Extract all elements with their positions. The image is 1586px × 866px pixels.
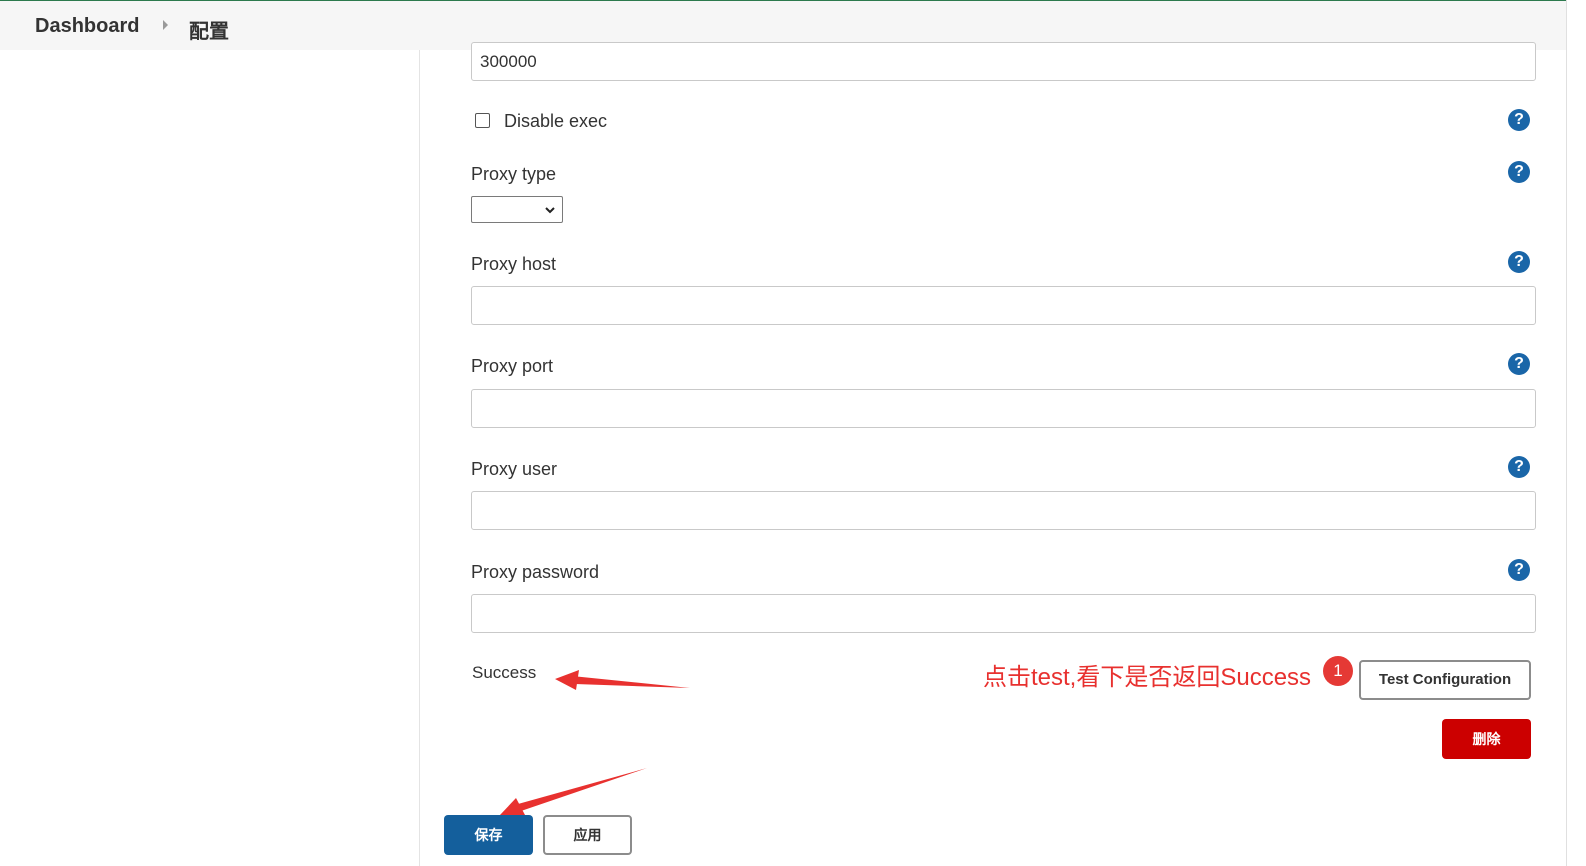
delete-button[interactable]: 删除 (1442, 719, 1531, 759)
proxy-user-input[interactable] (471, 491, 1536, 530)
disable-exec-label: Disable exec (504, 111, 608, 131)
test-result-text: Success (472, 663, 537, 682)
help-icon[interactable]: ? (1508, 161, 1530, 183)
proxy-host-input[interactable] (471, 286, 1536, 325)
chevron-down-icon (545, 207, 555, 214)
breadcrumb-dashboard[interactable]: Dashboard (35, 15, 139, 38)
sidebar-divider (419, 50, 420, 866)
save-button[interactable]: 保存 (444, 815, 533, 855)
proxy-password-label: Proxy password (471, 562, 600, 582)
help-icon[interactable]: ? (1508, 456, 1530, 478)
help-icon[interactable]: ? (1508, 559, 1530, 581)
proxy-type-label: Proxy type (471, 164, 557, 184)
annotation-arrows (500, 670, 690, 815)
disable-exec-checkbox[interactable] (475, 113, 490, 128)
proxy-port-input[interactable] (471, 389, 1536, 428)
breadcrumb-current[interactable]: 配置 (189, 15, 229, 44)
proxy-type-select[interactable] (471, 196, 563, 223)
test-configuration-button[interactable]: Test Configuration (1359, 660, 1531, 700)
arrow-to-save-icon (500, 768, 647, 815)
help-icon[interactable]: ? (1508, 251, 1530, 273)
apply-button[interactable]: 应用 (543, 815, 632, 855)
help-icon[interactable]: ? (1508, 353, 1530, 375)
proxy-host-label: Proxy host (471, 254, 557, 274)
page: Dashboard 配置 Disable exec ? Proxy type ?… (0, 0, 1586, 866)
annotation-text: 点击test,看下是否返回Success (983, 664, 1312, 691)
breadcrumb-separator-icon (163, 20, 168, 30)
arrow-to-success-icon (555, 670, 690, 690)
proxy-port-label: Proxy port (471, 356, 554, 376)
proxy-user-label: Proxy user (471, 459, 558, 479)
annotation-step-badge: 1 (1323, 656, 1353, 686)
timeout-input[interactable] (471, 42, 1536, 81)
scrollbar-track[interactable] (1566, 0, 1567, 866)
proxy-password-input[interactable] (471, 594, 1536, 633)
help-icon[interactable]: ? (1508, 109, 1530, 131)
